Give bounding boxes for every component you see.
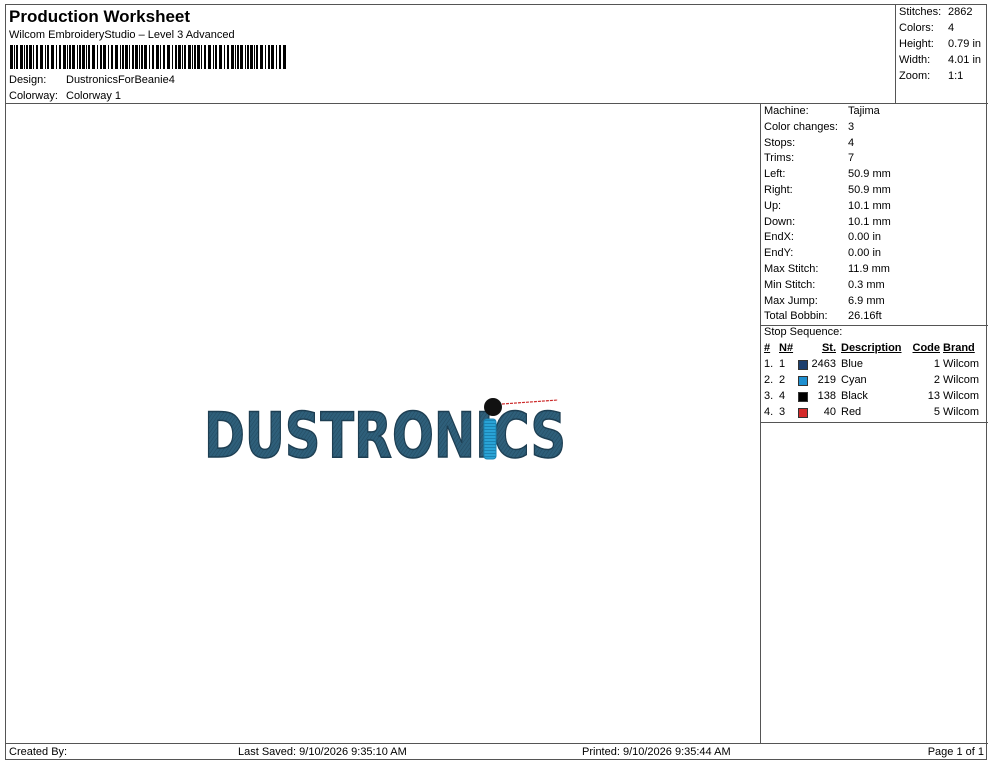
info-value: 11.9 mm bbox=[848, 263, 890, 275]
software-name: Wilcom EmbroideryStudio – Level 3 Advanc… bbox=[9, 29, 235, 41]
embroidery-design-preview: DUSTRONICS bbox=[203, 398, 567, 464]
info-value: 50.9 mm bbox=[848, 168, 891, 181]
machine-info-row: Machine: Tajima bbox=[764, 105, 880, 117]
info-label: Up: bbox=[764, 199, 782, 212]
design-summary: Stitches: 2862 Colors: 4 Height: 0.79 in Wi… bbox=[896, 5, 988, 104]
machine-info-row: Up: 10.1 mm bbox=[764, 200, 891, 212]
info-label: EndX: bbox=[764, 231, 794, 244]
design-name: DustronicsForBeanie4 bbox=[66, 74, 175, 86]
summary-colors: Colors: 4 bbox=[899, 22, 955, 34]
info-label: Max Jump: bbox=[764, 294, 818, 307]
machine-info-row: Right: 50.9 mm bbox=[764, 184, 891, 196]
machine-info-panel: Machine: Tajima Color changes: 3 Stops: 4 Trim… bbox=[761, 104, 988, 744]
worksheet-header: Production Worksheet Wilcom EmbroiderySt… bbox=[6, 5, 896, 104]
machine-info-row: Max Stitch: 11.9 mm bbox=[764, 263, 890, 275]
barcode-image bbox=[10, 45, 286, 69]
info-value: 4 bbox=[848, 136, 855, 149]
machine-info-row: EndY: 0.00 in bbox=[764, 247, 881, 259]
cyan-i-fill bbox=[483, 418, 497, 460]
printed-date: Printed: 9/10/2026 9:35:44 AM bbox=[582, 746, 731, 758]
design-canvas: DUSTRONICS bbox=[6, 104, 761, 744]
color-swatch bbox=[798, 376, 808, 386]
color-swatch bbox=[798, 408, 808, 418]
info-label: EndY: bbox=[764, 247, 794, 260]
summary-width: Width: 4.01 in bbox=[899, 54, 982, 66]
info-label: Down: bbox=[764, 215, 796, 228]
machine-info-row: Stops: 4 bbox=[764, 137, 854, 149]
info-label: Max Stitch: bbox=[764, 263, 819, 275]
last-saved: Last Saved: 9/10/2026 9:35:10 AM bbox=[238, 746, 407, 758]
production-worksheet: Production Worksheet Wilcom EmbroiderySt… bbox=[5, 4, 988, 761]
info-value: 0.00 in bbox=[848, 231, 882, 244]
black-dot-fill bbox=[484, 398, 502, 416]
info-value: 3 bbox=[848, 120, 855, 133]
colorway-label: Colorway: bbox=[9, 90, 58, 102]
design-row: Design: DustronicsForBeanie4 bbox=[9, 74, 175, 86]
info-value: 10.1 mm bbox=[848, 199, 891, 212]
info-value: 10.1 mm bbox=[848, 215, 891, 228]
color-swatch bbox=[798, 360, 808, 370]
created-by: Created By: bbox=[9, 746, 68, 758]
info-label: Left: bbox=[764, 168, 786, 181]
summary-stitches: Stitches: 2862 bbox=[899, 6, 973, 18]
design-label: Design: bbox=[9, 74, 47, 86]
colorway-name: Colorway 1 bbox=[66, 90, 122, 102]
info-value: 6.9 mm bbox=[848, 294, 885, 307]
stop-sequence-title: Stop Sequence: bbox=[764, 326, 843, 338]
info-label: Color changes: bbox=[764, 120, 838, 133]
color-swatch bbox=[798, 392, 808, 402]
machine-info-row: Trims: 7 bbox=[764, 152, 854, 164]
machine-info-row: Min Stitch: 0.3 mm bbox=[764, 279, 885, 291]
machine-info-row: Color changes: 3 bbox=[764, 121, 854, 133]
info-value: 50.9 mm bbox=[848, 184, 891, 196]
worksheet-footer: Created By: Last Saved: 9/10/2026 9:35:1… bbox=[6, 744, 988, 761]
stops-divider bbox=[761, 422, 988, 423]
machine-info-row: Down: 10.1 mm bbox=[764, 216, 891, 228]
summary-height: Height: 0.79 in bbox=[899, 38, 982, 50]
machine-info-row: Left: 50.9 mm bbox=[764, 168, 891, 180]
page-title: Production Worksheet bbox=[9, 7, 191, 26]
info-value: 26.16ft bbox=[848, 310, 882, 323]
info-label: Machine: bbox=[764, 105, 809, 117]
machine-info-row: Max Jump: 6.9 mm bbox=[764, 295, 885, 307]
machine-info-row: EndX: 0.00 in bbox=[764, 231, 881, 243]
stop-sequence-table: # N# St. Description Code Brand 1. 1 2463 B… bbox=[761, 342, 988, 422]
info-label: Min Stitch: bbox=[764, 278, 816, 291]
page-number: Page 1 of 1 bbox=[927, 746, 984, 758]
info-value: Tajima bbox=[848, 105, 880, 117]
info-value: 0.00 in bbox=[848, 247, 882, 260]
info-label: Stops: bbox=[764, 136, 796, 149]
stop-row: 1. 1 2463 Blue 1 Wilcom bbox=[764, 358, 980, 370]
stop-row: 3. 4 138 Black 13 Wilcom bbox=[764, 390, 980, 402]
info-label: Total Bobbin: bbox=[764, 310, 828, 323]
colorway-row: Colorway: Colorway 1 bbox=[9, 90, 121, 102]
stop-sequence-header: # N# St. Description Code Brand bbox=[764, 342, 975, 354]
info-value: 7 bbox=[848, 152, 855, 165]
info-label: Right: bbox=[764, 184, 793, 196]
summary-zoom: Zoom: 1:1 bbox=[899, 70, 964, 82]
machine-info-row: Total Bobbin: 26.16ft bbox=[764, 310, 882, 322]
stop-row: 4. 3 40 Red 5 Wilcom bbox=[764, 406, 980, 418]
info-label: Trims: bbox=[764, 152, 795, 165]
design-lettering: DUSTRONICS bbox=[204, 399, 566, 464]
info-value: 0.3 mm bbox=[848, 278, 885, 291]
stop-row: 2. 2 219 Cyan 2 Wilcom bbox=[764, 374, 980, 386]
